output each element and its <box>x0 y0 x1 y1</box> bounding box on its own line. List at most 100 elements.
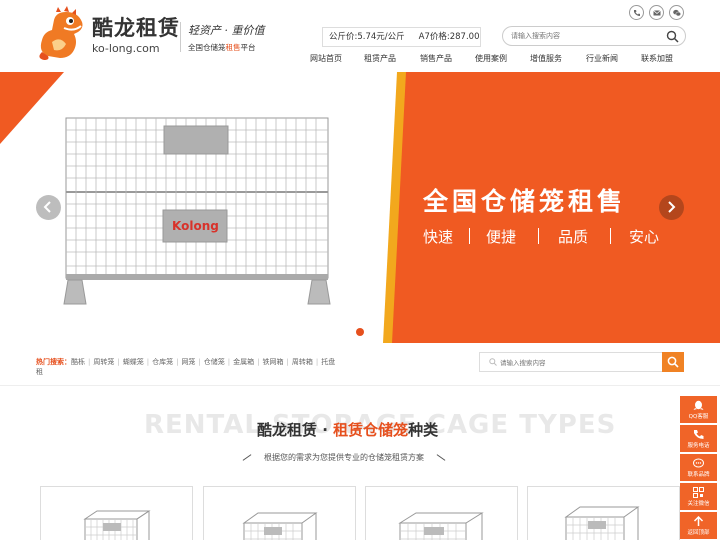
side-wechat-label: 关注微信 <box>687 501 710 507</box>
subtitle-slash-right <box>436 454 446 461</box>
banner-tag-convenient: 便捷 <box>486 228 517 246</box>
side-qq-label: QQ客服 <box>688 414 709 420</box>
nav-item-services[interactable]: 增值服务 <box>530 53 562 64</box>
dragon-mascot-icon <box>39 6 83 60</box>
side-top-label: 返回顶部 <box>687 530 710 536</box>
section-divider <box>0 385 720 386</box>
hot-keyword[interactable]: 托盘 <box>321 358 335 366</box>
search-icon[interactable] <box>666 30 679 43</box>
chevron-left-icon <box>43 201 51 213</box>
wechat-icon[interactable] <box>669 5 684 20</box>
qrcode-icon <box>693 487 704 498</box>
qq-icon <box>693 400 704 410</box>
nav-item-sales[interactable]: 销售产品 <box>420 53 452 64</box>
hot-keyword[interactable]: 租 <box>36 368 43 376</box>
hot-keyword[interactable]: 网笼 <box>181 358 195 366</box>
cage-thumbnail <box>242 512 318 540</box>
storage-cage-image <box>63 117 331 305</box>
slogan: 轻资产 · 重价值 <box>188 24 265 37</box>
content-search-input[interactable] <box>500 357 670 368</box>
section-title-highlight: 租赁仓储笼 <box>333 421 409 439</box>
mail-icon[interactable] <box>649 5 664 20</box>
hot-keyword[interactable]: 周转笼 <box>93 358 114 366</box>
price-per-kg: 公斤价:5.74元/公斤 <box>329 32 405 42</box>
product-card[interactable] <box>365 486 518 540</box>
nav-item-rental[interactable]: 租赁产品 <box>364 53 396 64</box>
keyword-divider: | <box>198 358 201 366</box>
side-contact-label: 联系品牌 <box>687 472 710 478</box>
side-phone-label: 服务电话 <box>687 443 710 449</box>
nav-item-home[interactable]: 网站首页 <box>310 53 342 64</box>
keyword-divider: | <box>176 358 179 366</box>
slogan-sub-pre: 全国仓储笼 <box>188 43 226 52</box>
banner-tag-fast: 快速 <box>423 228 454 246</box>
search-icon <box>489 358 497 366</box>
brand-name: 酷龙租赁 <box>92 16 180 40</box>
logo[interactable]: 酷龙租赁 ko-long.com <box>34 6 184 62</box>
price-ticker: 公斤价:5.74元/公斤 A7价格:287.00元/只 <box>322 27 481 47</box>
hot-search: 热门搜索：酷栎 | 周转笼 | 蝴蝶笼 | 仓库笼 | 网笼 | 仓储笼 | 金属箱 | 铁网箱 | 周转箱 | 托… <box>36 357 366 377</box>
arrow-up-icon <box>693 516 704 526</box>
banner-tag-divider <box>610 228 611 244</box>
logo-divider <box>180 22 181 52</box>
header-search <box>502 26 686 46</box>
slogan-subline: 全国仓储笼租售平台 <box>188 42 256 53</box>
product-label: Kolong <box>172 219 219 233</box>
section-title-post: 种类 <box>408 421 439 439</box>
carousel-next-button[interactable] <box>659 195 684 220</box>
banner-title: 全国仓储笼租售 <box>423 187 627 216</box>
cage-thumbnail <box>398 512 484 540</box>
hero-banner[interactable]: Kolong 全国仓储笼租售 快速 便捷 品质 安心 <box>0 72 720 343</box>
product-card[interactable] <box>40 486 193 540</box>
carousel-prev-button[interactable] <box>36 195 61 220</box>
cage-thumbnail <box>83 510 151 540</box>
keyword-divider: | <box>146 358 150 366</box>
keyword-divider: | <box>117 358 120 366</box>
section-subtitle: 根据您的需求为您提供专业的仓储笼租赁方案 <box>242 452 446 463</box>
section-title: 酷龙租赁 · 租赁仓储笼种类 <box>257 419 438 440</box>
keyword-divider: | <box>315 358 319 366</box>
phone-icon <box>694 430 704 439</box>
nav-item-join[interactable]: 联系加盟 <box>641 53 673 64</box>
hot-keyword[interactable]: 仓储笼 <box>204 358 225 366</box>
carousel-dot-active[interactable] <box>356 328 364 336</box>
content-search-button[interactable] <box>662 352 684 372</box>
hot-keyword[interactable]: 金属箱 <box>233 358 254 366</box>
slogan-sub-highlight: 租售 <box>225 43 241 52</box>
search-icon <box>667 356 679 368</box>
keyword-divider: | <box>257 358 260 366</box>
price-a7: A7价格:287.00元/只 <box>418 32 480 42</box>
contact-icons <box>629 5 685 21</box>
content-search <box>479 352 684 372</box>
nav-item-cases[interactable]: 使用案例 <box>475 53 507 64</box>
side-phone-button[interactable]: 服务电话 <box>680 425 717 452</box>
hot-keyword[interactable]: 铁网箱 <box>263 358 284 366</box>
side-contact-button[interactable]: 联系品牌 <box>680 454 717 481</box>
header: 酷龙租赁 ko-long.com 轻资产 · 重价值 全国仓储笼租售平台 公斤价… <box>0 0 720 72</box>
section-subtitle-text: 根据您的需求为您提供专业的仓储笼租赁方案 <box>264 453 424 462</box>
hot-search-label: 热门搜索： <box>36 358 71 366</box>
hot-keyword[interactable]: 仓库笼 <box>152 358 173 366</box>
slogan-sub-post: 平台 <box>240 43 256 52</box>
cage-thumbnail <box>564 506 640 540</box>
banner-tag-divider <box>538 228 539 244</box>
chevron-right-icon <box>668 201 676 213</box>
banner-tag-quality: 品质 <box>558 228 589 246</box>
banner-tag-divider <box>469 228 470 244</box>
banner-tag-secure: 安心 <box>629 228 660 246</box>
page: 酷龙租赁 ko-long.com 轻资产 · 重价值 全国仓储笼租售平台 公斤价… <box>0 0 720 540</box>
phone-icon[interactable] <box>629 5 644 20</box>
product-card[interactable] <box>527 486 680 540</box>
side-wechat-button[interactable]: 关注微信 <box>680 483 717 510</box>
side-qq-button[interactable]: QQ客服 <box>680 396 717 423</box>
hot-keyword[interactable]: 酷栎 <box>71 358 85 366</box>
hot-keyword[interactable]: 周转箱 <box>292 358 313 366</box>
chat-icon <box>693 458 704 468</box>
nav-item-news[interactable]: 行业新闻 <box>586 53 618 64</box>
product-card[interactable] <box>203 486 356 540</box>
keyword-divider: | <box>227 358 231 366</box>
side-top-button[interactable]: 返回顶部 <box>680 512 717 539</box>
section-title-pre: 酷龙租赁 · <box>257 421 334 439</box>
header-search-input[interactable] <box>511 30 661 42</box>
hot-keyword[interactable]: 蝴蝶笼 <box>123 358 144 366</box>
